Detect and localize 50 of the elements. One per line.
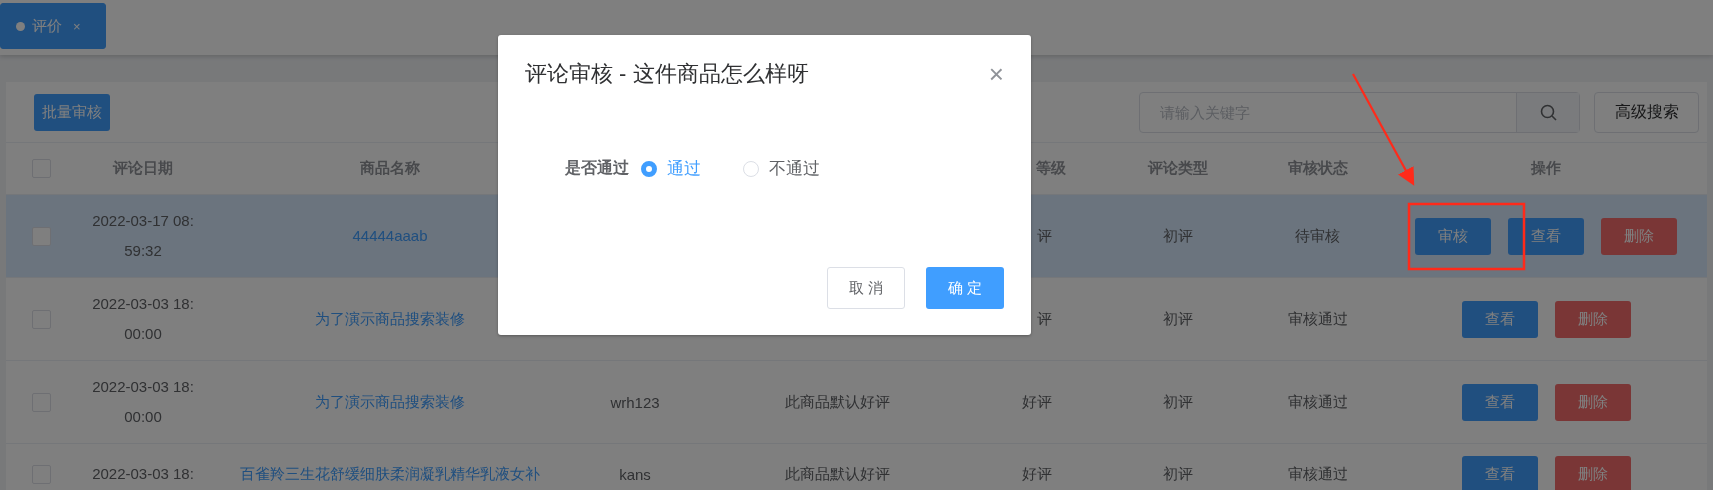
rating-text: 评: [1037, 226, 1052, 246]
delete-button[interactable]: 删除: [1554, 300, 1631, 338]
date-text: 2022-03-17 08:59:32: [91, 211, 195, 261]
page-tab[interactable]: 评价 ×: [0, 3, 106, 49]
date-text: 2022-03-03 18:00:00: [91, 294, 195, 344]
view-button[interactable]: 查看: [1461, 455, 1538, 490]
close-button[interactable]: ×: [988, 61, 1004, 87]
delete-button[interactable]: 删除: [1554, 383, 1631, 421]
radio-option[interactable]: 不通过: [743, 157, 820, 180]
batch-review-button[interactable]: 批量审核: [34, 93, 110, 131]
type-text: 初评: [1162, 226, 1193, 246]
rating-text: 好评: [1022, 392, 1052, 412]
rating-text: 好评: [1022, 464, 1052, 484]
field-label: 是否通过: [565, 158, 629, 178]
user-text: wrh123: [610, 393, 660, 411]
close-icon[interactable]: ×: [73, 18, 81, 34]
status-text: 待审核: [1295, 226, 1340, 246]
view-button[interactable]: 查看: [1461, 300, 1538, 338]
view-button[interactable]: 查看: [1461, 383, 1538, 421]
comment-text: 此商品默认好评: [785, 392, 890, 412]
radio-option[interactable]: 通过: [641, 157, 701, 180]
advanced-search-button[interactable]: 高级搜索: [1594, 91, 1699, 133]
dot-icon: [16, 21, 25, 31]
comment-text: 此商品默认好评: [785, 464, 890, 484]
search-button[interactable]: [1516, 92, 1579, 132]
radio-label: 通过: [667, 158, 701, 180]
status-text: 审核通过: [1287, 392, 1348, 412]
search-icon: [1539, 103, 1557, 121]
product-link[interactable]: 44444aaab: [352, 221, 428, 251]
rating-text: 评: [1037, 309, 1052, 329]
type-text: 初评: [1162, 392, 1193, 412]
type-text: 初评: [1162, 309, 1193, 329]
product-link[interactable]: 百雀羚三生花舒缓细肤柔润凝乳精华乳液女补: [240, 459, 540, 489]
cancel-button[interactable]: 取 消: [827, 267, 905, 309]
view-button[interactable]: 查看: [1508, 217, 1584, 255]
review-button[interactable]: 审核: [1415, 217, 1491, 255]
delete-button[interactable]: 删除: [1601, 217, 1677, 255]
user-text: kans: [619, 465, 651, 483]
status-text: 审核通过: [1287, 464, 1348, 484]
date-text: 2022-03-03 18:00:00: [91, 377, 195, 427]
confirm-button[interactable]: 确 定: [926, 267, 1004, 309]
delete-button[interactable]: 删除: [1554, 455, 1631, 490]
product-link[interactable]: 为了演示商品搜索装修: [315, 387, 465, 417]
status-text: 审核通过: [1287, 309, 1348, 329]
type-text: 初评: [1162, 464, 1193, 484]
tab-label: 评价: [32, 16, 62, 36]
product-link[interactable]: 为了演示商品搜索装修: [315, 304, 465, 334]
dialog-title: 评论审核 - 这件商品怎么样呀: [525, 60, 809, 88]
radio-label: 不通过: [769, 158, 820, 180]
date-text: 2022-03-03 18:: [91, 464, 195, 484]
